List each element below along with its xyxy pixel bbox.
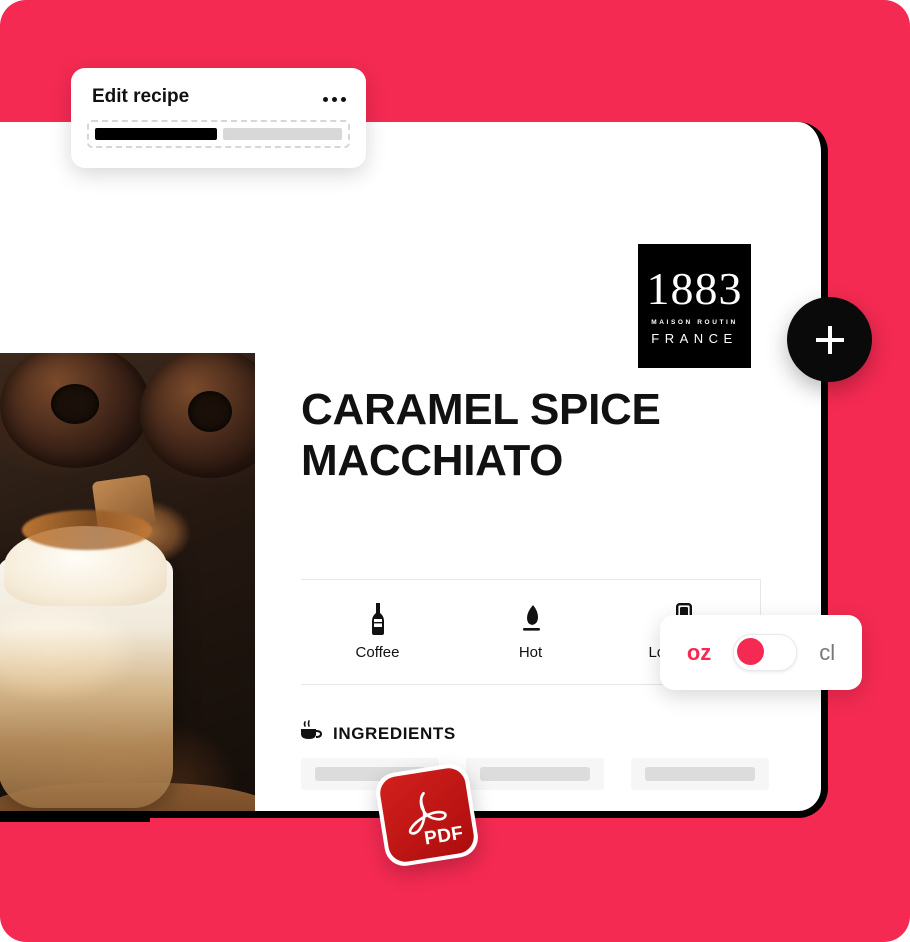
pdf-icon: PDF	[377, 765, 477, 865]
brand-logo-number: 1883	[646, 263, 743, 314]
edit-recipe-header: Edit recipe	[71, 68, 366, 108]
unit-toggle-card[interactable]: oz cl	[660, 615, 862, 690]
ellipsis-icon[interactable]	[323, 93, 346, 102]
caramel-drizzle	[22, 510, 152, 550]
bottle-icon	[368, 603, 388, 635]
flame-icon	[518, 603, 544, 635]
ingredient-placeholder[interactable]	[631, 758, 769, 790]
attribute-hot[interactable]: Hot	[454, 580, 607, 684]
ellipsis-dot	[323, 96, 328, 102]
toggle-knob	[737, 638, 765, 665]
edit-recipe-dropzone[interactable]	[87, 120, 350, 148]
attribute-coffee[interactable]: Coffee	[301, 580, 454, 684]
unit-toggle-switch[interactable]	[733, 634, 798, 671]
plus-icon	[815, 325, 844, 354]
unit-label-cl[interactable]: cl	[819, 640, 835, 666]
ingredients-header: INGREDIENTS	[299, 720, 456, 747]
drink-glass	[0, 510, 173, 808]
unit-label-oz[interactable]: oz	[687, 640, 711, 666]
attribute-label: Coffee	[355, 644, 400, 661]
ingredients-list	[301, 758, 769, 790]
add-button[interactable]	[787, 297, 872, 382]
whipped-cream	[4, 510, 167, 606]
brand-logo-country: FRANCE	[651, 331, 738, 346]
pdf-label: PDF	[422, 822, 465, 850]
ingredients-title: INGREDIENTS	[333, 723, 456, 743]
recipe-card: 1883 MAISON ROUTIN FRANCE CARAMEL SPICE …	[0, 122, 828, 818]
donut-image-part	[0, 353, 150, 468]
skeleton-bar	[480, 767, 590, 781]
ellipsis-dot	[332, 96, 337, 102]
edit-recipe-title: Edit recipe	[92, 86, 190, 107]
donut-image-part	[140, 353, 255, 478]
screen-root: 1883 MAISON ROUTIN FRANCE CARAMEL SPICE …	[0, 0, 910, 942]
edit-recipe-card[interactable]: Edit recipe	[71, 68, 366, 168]
coffee-cup-icon	[299, 720, 323, 747]
skeleton-bar	[645, 767, 755, 781]
recipe-card-inner: 1883 MAISON ROUTIN FRANCE CARAMEL SPICE …	[0, 122, 821, 811]
attribute-label: Hot	[518, 644, 543, 661]
pdf-export-badge[interactable]: PDF	[373, 761, 481, 869]
recipe-photo	[0, 353, 255, 811]
progress-filled-bar	[95, 128, 217, 140]
ingredient-placeholder[interactable]	[466, 758, 604, 790]
ellipsis-dot	[341, 96, 346, 102]
brand-logo: 1883 MAISON ROUTIN FRANCE	[638, 244, 751, 368]
progress-empty-bar	[223, 128, 342, 140]
recipe-title: CARAMEL SPICE MACCHIATO	[301, 385, 661, 486]
brand-logo-maison: MAISON ROUTIN	[651, 319, 738, 326]
